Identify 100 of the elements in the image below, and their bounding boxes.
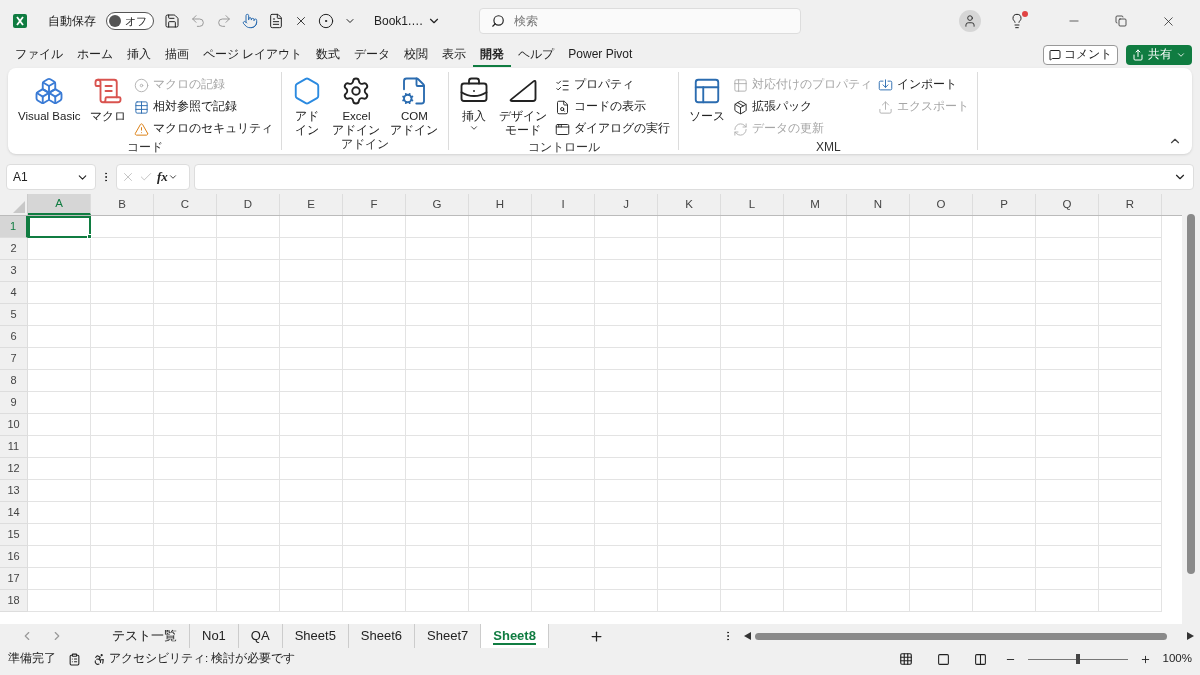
grid-cell[interactable] <box>280 480 343 502</box>
grid-cell[interactable] <box>658 348 721 370</box>
grid-cell[interactable] <box>658 480 721 502</box>
grid-cell[interactable] <box>910 502 973 524</box>
grid-cell[interactable] <box>28 238 91 260</box>
grid-cell[interactable] <box>91 326 154 348</box>
grid-cell[interactable] <box>658 590 721 612</box>
grid-cell[interactable] <box>280 458 343 480</box>
grid-cell[interactable] <box>784 370 847 392</box>
grid-cell[interactable] <box>280 326 343 348</box>
grid-cell[interactable] <box>973 282 1036 304</box>
grid-cell[interactable] <box>280 238 343 260</box>
ribbon-tab[interactable]: ヘルプ <box>511 43 562 67</box>
row-header[interactable]: 9 <box>0 392 28 414</box>
grid-cell[interactable] <box>721 414 784 436</box>
grid-cell[interactable] <box>1036 458 1099 480</box>
ribbon-small-button[interactable]: 拡張パック <box>731 96 875 118</box>
grid-cell[interactable] <box>280 216 343 238</box>
grid-cell[interactable] <box>1036 524 1099 546</box>
accessibility-status[interactable]: アクセシビリティ: 検討が必要です <box>93 650 296 668</box>
grid-cell[interactable] <box>973 568 1036 590</box>
grid-cell[interactable] <box>469 436 532 458</box>
column-header[interactable]: F <box>343 194 406 215</box>
grid-cell[interactable] <box>469 238 532 260</box>
grid-cell[interactable] <box>910 458 973 480</box>
grid-cell[interactable] <box>721 568 784 590</box>
ribbon-large-button[interactable]: ソース <box>685 74 730 140</box>
ribbon-tab[interactable]: 描画 <box>158 43 196 67</box>
grid-cell[interactable] <box>532 238 595 260</box>
grid-cell[interactable] <box>91 524 154 546</box>
touch-icon[interactable] <box>242 13 258 29</box>
grid-cell[interactable] <box>1099 436 1162 458</box>
grid-cell[interactable] <box>1099 260 1162 282</box>
grid-cell[interactable] <box>217 414 280 436</box>
print-preview-icon[interactable] <box>268 13 284 29</box>
grid-cell[interactable] <box>784 524 847 546</box>
grid-cell[interactable] <box>973 304 1036 326</box>
grid-cell[interactable] <box>406 480 469 502</box>
grid-cell[interactable] <box>469 524 532 546</box>
grid-cell[interactable] <box>973 392 1036 414</box>
grid-cell[interactable] <box>91 260 154 282</box>
autosave-toggle[interactable]: オフ <box>106 12 154 30</box>
grid-cell[interactable] <box>532 568 595 590</box>
row-header[interactable]: 16 <box>0 546 28 568</box>
grid-cell[interactable] <box>595 392 658 414</box>
grid-cell[interactable] <box>973 216 1036 238</box>
grid-cell[interactable] <box>847 260 910 282</box>
grid-cell[interactable] <box>721 304 784 326</box>
name-box[interactable]: A1 <box>6 164 96 190</box>
column-header[interactable]: H <box>469 194 532 215</box>
grid-cell[interactable] <box>1099 414 1162 436</box>
grid-cell[interactable] <box>343 480 406 502</box>
grid-cell[interactable] <box>91 216 154 238</box>
column-header[interactable]: P <box>973 194 1036 215</box>
grid-cell[interactable] <box>343 546 406 568</box>
grid-cell[interactable] <box>406 304 469 326</box>
ribbon-tab[interactable]: データ <box>347 43 398 67</box>
grid-cell[interactable] <box>217 524 280 546</box>
grid-cell[interactable] <box>469 568 532 590</box>
grid-cell[interactable] <box>910 260 973 282</box>
grid-cell[interactable] <box>28 348 91 370</box>
grid-cell[interactable] <box>343 414 406 436</box>
grid-cell[interactable] <box>595 436 658 458</box>
grid-cell[interactable] <box>910 480 973 502</box>
grid-cell[interactable] <box>910 392 973 414</box>
grid-cell[interactable] <box>343 458 406 480</box>
grid-cell[interactable] <box>406 216 469 238</box>
grid-cell[interactable] <box>280 414 343 436</box>
column-header[interactable]: L <box>721 194 784 215</box>
grid-cell[interactable] <box>343 392 406 414</box>
grid-cell[interactable] <box>154 414 217 436</box>
grid-cell[interactable] <box>532 282 595 304</box>
grid-cell[interactable] <box>784 282 847 304</box>
grid-cell[interactable] <box>1036 282 1099 304</box>
grid-cell[interactable] <box>595 458 658 480</box>
column-header[interactable]: G <box>406 194 469 215</box>
grid-cell[interactable] <box>28 546 91 568</box>
grid-cell[interactable] <box>217 304 280 326</box>
grid-cell[interactable] <box>406 436 469 458</box>
grid-cell[interactable] <box>1099 238 1162 260</box>
grid-cell[interactable] <box>280 502 343 524</box>
grid-cell[interactable] <box>910 326 973 348</box>
grid-cell[interactable] <box>595 238 658 260</box>
formula-input[interactable] <box>194 164 1194 190</box>
grid-cell[interactable] <box>154 260 217 282</box>
grid-cell[interactable] <box>595 282 658 304</box>
grid-cell[interactable] <box>721 590 784 612</box>
row-header[interactable]: 17 <box>0 568 28 590</box>
grid-cell[interactable] <box>910 568 973 590</box>
grid-cell[interactable] <box>154 216 217 238</box>
grid-cell[interactable] <box>343 524 406 546</box>
grid-cell[interactable] <box>343 282 406 304</box>
column-header[interactable]: B <box>91 194 154 215</box>
grid-cell[interactable] <box>91 458 154 480</box>
grid-cell[interactable] <box>280 282 343 304</box>
comment-button[interactable]: コメント <box>1043 45 1118 65</box>
grid-cell[interactable] <box>469 260 532 282</box>
grid-cell[interactable] <box>406 282 469 304</box>
grid-cell[interactable] <box>973 458 1036 480</box>
ribbon-small-button[interactable]: プロパティ <box>553 74 673 96</box>
